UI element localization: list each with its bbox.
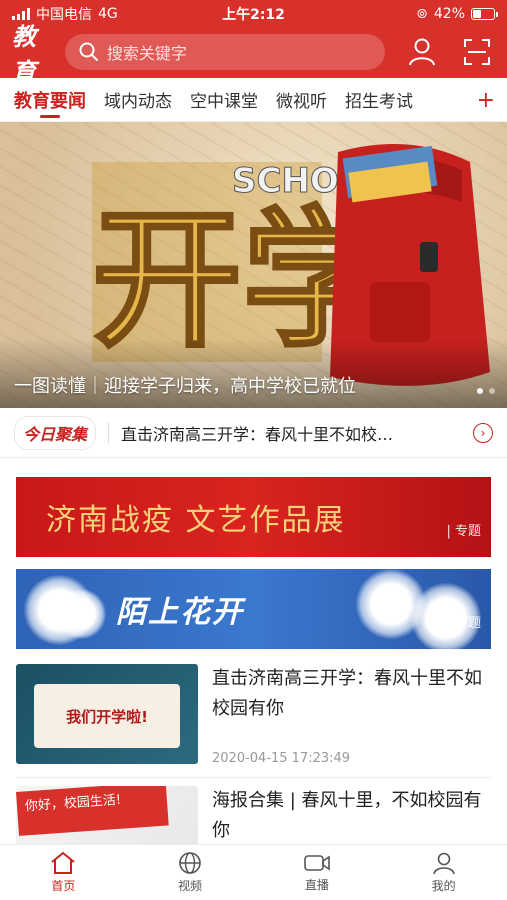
nav-profile[interactable]: 我的 [380, 845, 507, 900]
banner-caption: 一图读懂｜迎接学子归来，高中学校已就位 [14, 376, 356, 397]
tab-admission-exam[interactable]: 招生考试 [345, 78, 413, 122]
focus-divider [108, 421, 110, 444]
chevron-right-icon[interactable]: › [473, 422, 493, 443]
tab-micro-video[interactable]: 微视听 [276, 78, 327, 122]
user-icon [432, 852, 455, 875]
nav-label: 首页 [51, 879, 76, 893]
svg-text:SCHO: SCHO [232, 161, 339, 201]
news-title: 直击济南高三开学：春风十里不如校园有你 [212, 668, 482, 719]
thumbnail-text: 你好，校园生活! [16, 786, 169, 836]
hero-banner[interactable]: 开学 SCHO 一图读懂｜迎接学子归来，高中学校已就位 [0, 122, 507, 408]
bottom-nav: 首页 视频 直播 我的 [0, 844, 507, 900]
scan-button[interactable] [460, 34, 495, 70]
news-item[interactable]: 我们开学啦! 直击济南高三开学：春风十里不如校园有你 2020-04-15 17… [16, 664, 491, 768]
carousel-dot[interactable] [477, 388, 483, 394]
globe-icon [179, 852, 201, 874]
channel-tabs: 教育要闻 域内动态 空中课堂 微视听 招生考试 + [0, 78, 507, 122]
nav-video[interactable]: 视频 [127, 845, 254, 900]
network-label: 4G [98, 6, 118, 22]
topic-tag: | 专题 [446, 616, 481, 631]
nav-label: 直播 [304, 878, 329, 892]
topic-banner-flowers[interactable]: 陌上花开 | 专题 [16, 569, 491, 649]
carousel-dots [477, 388, 495, 394]
thumbnail-text: 我们开学啦! [66, 707, 148, 726]
status-right: ⊚ 42% [416, 6, 498, 22]
top-bar: 教育 搜索关键字 [0, 22, 507, 86]
search-input[interactable]: 搜索关键字 [64, 34, 385, 70]
news-thumbnail: 你好，校园生活! [16, 786, 198, 846]
topic-title: 济南战疫 文艺作品展 [46, 503, 346, 538]
home-icon [51, 851, 76, 874]
today-focus-headline[interactable]: 直击济南高三开学：春风十里不如校… [121, 421, 463, 445]
scan-icon [464, 39, 491, 65]
today-focus-row[interactable]: 今日聚集 直击济南高三开学：春风十里不如校… › [0, 408, 507, 458]
rotation-lock-icon: ⊚ [416, 6, 428, 22]
news-body: 海报合集 | 春风十里，不如校园有你 [212, 786, 491, 846]
news-timestamp: 2020-04-15 17:23:49 [212, 751, 351, 766]
app-header: 中国电信 4G 上午2:12 ⊚ 42% 教育 搜索关键字 [0, 0, 507, 86]
app-logo[interactable]: 教育 [12, 22, 53, 86]
nav-label: 视频 [178, 879, 203, 893]
carousel-dot[interactable] [489, 388, 495, 394]
search-placeholder: 搜索关键字 [106, 44, 187, 63]
topic-tag: | 专题 [446, 524, 481, 539]
nav-label: 我的 [431, 879, 456, 893]
tab-online-class[interactable]: 空中课堂 [190, 78, 258, 122]
topic-title: 陌上花开 [116, 595, 244, 630]
user-icon [409, 38, 436, 66]
list-divider [16, 777, 491, 778]
news-title: 海报合集 | 春风十里，不如校园有你 [212, 790, 482, 841]
news-body: 直击济南高三开学：春风十里不如校园有你 2020-04-15 17:23:49 [212, 664, 491, 768]
topic-banner-art-exhibition[interactable]: 济南战疫 文艺作品展 | 专题 [16, 477, 491, 557]
status-bar: 中国电信 4G 上午2:12 ⊚ 42% [0, 0, 507, 28]
news-item[interactable]: 你好，校园生活! 海报合集 | 春风十里，不如校园有你 [16, 786, 491, 846]
news-thumbnail: 我们开学啦! [16, 664, 198, 764]
tab-local-news[interactable]: 域内动态 [104, 78, 172, 122]
battery-icon [471, 8, 498, 20]
magnolia-flower-image [56, 589, 106, 639]
add-channel-button[interactable]: + [477, 78, 495, 122]
battery-percent: 42% [433, 6, 465, 22]
profile-button[interactable] [405, 34, 440, 70]
nav-live[interactable]: 直播 [254, 845, 381, 900]
thumbnail-card: 我们开学啦! [34, 684, 180, 748]
camera-icon [304, 855, 330, 871]
nav-home[interactable]: 首页 [0, 845, 127, 900]
search-icon [79, 42, 98, 61]
tab-education-news[interactable]: 教育要闻 [14, 78, 86, 122]
battery-fill [473, 10, 481, 18]
today-focus-badge: 今日聚集 [14, 415, 97, 450]
